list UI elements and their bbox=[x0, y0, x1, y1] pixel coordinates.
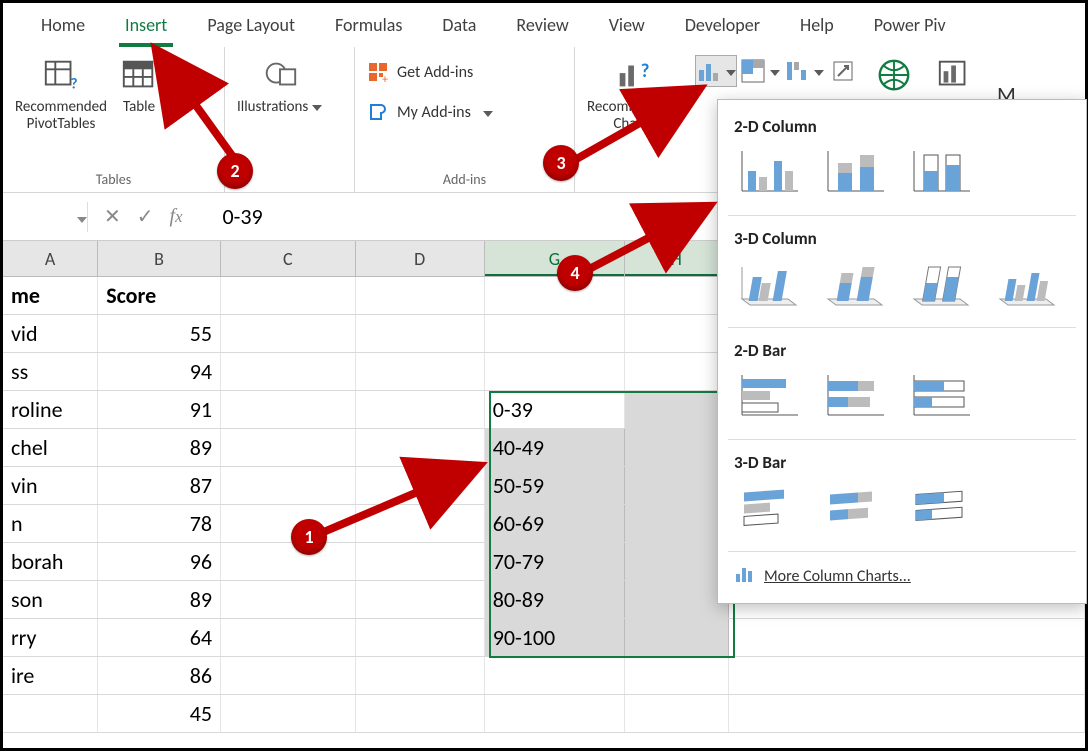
tab-formulas[interactable]: Formulas bbox=[315, 3, 422, 47]
globe-icon bbox=[874, 55, 914, 95]
column-chart-gallery: 2-D Column 3-D Column 2-D Bar 3-D Bar Mo… bbox=[717, 99, 1087, 604]
chevron-down-icon bbox=[308, 98, 322, 116]
tab-developer[interactable]: Developer bbox=[665, 3, 780, 47]
stacked-3dbar-item[interactable] bbox=[818, 479, 892, 535]
cancel-edit-icon[interactable]: ✕ bbox=[104, 204, 121, 229]
tab-home[interactable]: Home bbox=[21, 3, 105, 47]
callout-badge-2: 2 bbox=[217, 153, 253, 189]
store-icon: + bbox=[367, 61, 389, 83]
stacked100-3dbar-item[interactable] bbox=[904, 479, 978, 535]
shapes-icon bbox=[260, 55, 300, 95]
stacked-column-item[interactable] bbox=[818, 143, 892, 199]
clustered-bar-item[interactable] bbox=[732, 367, 806, 423]
pivotchart-icon bbox=[935, 55, 975, 95]
cell[interactable]: me bbox=[3, 277, 98, 314]
tables-group-label: Tables bbox=[9, 169, 218, 192]
section-2d-column: 2-D Column bbox=[718, 106, 1086, 139]
tab-insert[interactable]: Insert bbox=[105, 3, 187, 47]
col-header-g[interactable]: G bbox=[485, 241, 626, 276]
tab-view[interactable]: View bbox=[589, 3, 665, 47]
svg-text:+: + bbox=[382, 73, 388, 83]
tab-power-pivot[interactable]: Power Piv bbox=[854, 3, 966, 47]
stacked100-column-item[interactable] bbox=[904, 143, 978, 199]
callout-badge-1: 1 bbox=[291, 519, 327, 555]
clustered-3dbar-item[interactable] bbox=[732, 479, 806, 535]
illustrations-button[interactable]: Illustrations bbox=[231, 51, 328, 120]
callout-badge-4: 4 bbox=[557, 255, 593, 291]
section-3d-bar: 3-D Bar bbox=[718, 442, 1086, 475]
tab-review[interactable]: Review bbox=[496, 3, 588, 47]
stacked100-bar-item[interactable] bbox=[904, 367, 978, 423]
column-chart-button[interactable] bbox=[695, 55, 737, 87]
chevron-down-icon bbox=[479, 103, 493, 122]
pivot-table-icon: ? bbox=[41, 55, 81, 95]
svg-text:?: ? bbox=[71, 75, 78, 93]
svg-text:?: ? bbox=[641, 60, 650, 83]
col-header-d[interactable]: D bbox=[356, 241, 485, 276]
addins-icon bbox=[367, 101, 389, 123]
recommended-charts-button[interactable]: ? Recommended Charts bbox=[581, 51, 685, 138]
callout-badge-3: 3 bbox=[543, 145, 579, 181]
formula-bar-value[interactable]: 0-39 bbox=[199, 203, 263, 230]
accept-edit-icon[interactable]: ✓ bbox=[137, 204, 154, 229]
get-addins-button[interactable]: + Get Add-ins bbox=[361, 57, 499, 87]
clustered-column-item[interactable] bbox=[732, 143, 806, 199]
section-2d-bar: 2-D Bar bbox=[718, 330, 1086, 363]
ribbon-tab-strip: Home Insert Page Layout Formulas Data Re… bbox=[3, 3, 1085, 47]
name-box[interactable] bbox=[3, 206, 87, 228]
table-icon bbox=[119, 55, 159, 95]
stacked100-3dcolumn-item[interactable] bbox=[904, 255, 978, 311]
chevron-down-icon bbox=[810, 62, 824, 81]
3dcolumn-item[interactable] bbox=[990, 255, 1064, 311]
column-chart-icon bbox=[734, 564, 754, 589]
addins-group-label: Add-ins bbox=[361, 169, 568, 192]
stacked-3dcolumn-item[interactable] bbox=[818, 255, 892, 311]
waterfall-chart-button[interactable] bbox=[783, 55, 825, 87]
chevron-down-icon bbox=[722, 62, 736, 81]
my-addins-button[interactable]: My Add-ins bbox=[361, 97, 499, 127]
col-header-b[interactable]: B bbox=[98, 241, 221, 276]
tab-data[interactable]: Data bbox=[422, 3, 496, 47]
hierarchy-chart-button[interactable] bbox=[739, 55, 781, 87]
stacked-bar-item[interactable] bbox=[818, 367, 892, 423]
col-header-a[interactable]: A bbox=[3, 241, 98, 276]
dialog-launcher[interactable] bbox=[827, 55, 859, 87]
table-button[interactable]: Table bbox=[113, 51, 165, 120]
recommended-pivottables-button[interactable]: ? Recommended PivotTables bbox=[9, 51, 113, 138]
col-header-c[interactable]: C bbox=[221, 241, 356, 276]
col-header-h[interactable]: H bbox=[625, 241, 728, 276]
fx-icon[interactable]: fx bbox=[170, 205, 183, 228]
section-3d-column: 3-D Column bbox=[718, 218, 1086, 251]
recommended-charts-icon: ? bbox=[613, 55, 653, 95]
more-column-charts-link[interactable]: More Column Charts... bbox=[718, 554, 1086, 603]
cell[interactable]: Score bbox=[98, 277, 221, 314]
tab-page-layout[interactable]: Page Layout bbox=[187, 3, 315, 47]
chevron-down-icon bbox=[766, 62, 780, 81]
clustered-3dcolumn-item[interactable] bbox=[732, 255, 806, 311]
tab-help[interactable]: Help bbox=[780, 3, 854, 47]
